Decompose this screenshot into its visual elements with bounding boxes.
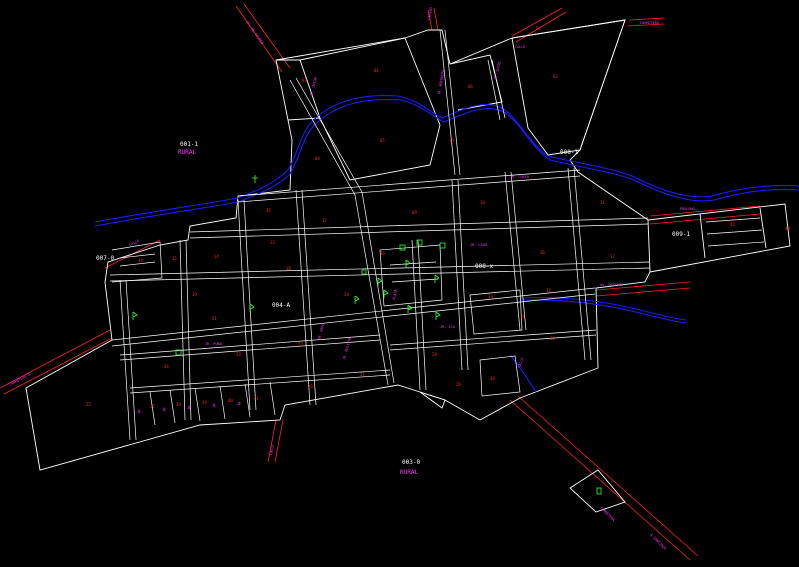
- svg-text:32: 32: [546, 288, 551, 293]
- svg-text:JR. AREQUIPA: JR. AREQUIPA: [437, 69, 445, 95]
- zone-008-x-code: 008-x: [475, 263, 493, 270]
- svg-text:13: 13: [270, 240, 275, 245]
- svg-text:07: 07: [450, 138, 455, 143]
- svg-text:05: 05: [380, 138, 385, 143]
- svg-text:A SANTIAGO: A SANTIAGO: [649, 533, 667, 551]
- svg-text:18: 18: [286, 266, 291, 271]
- svg-text:42: 42: [730, 222, 735, 227]
- svg-text:14: 14: [214, 254, 219, 259]
- svg-text:JR: JR: [137, 408, 142, 414]
- svg-text:35: 35: [266, 208, 271, 213]
- svg-text:JR. UNION: JR. UNION: [309, 77, 318, 96]
- svg-text:PLAZA: PLAZA: [392, 288, 398, 300]
- svg-text:JR. SUCRE: JR. SUCRE: [493, 61, 502, 80]
- svg-text:02: 02: [302, 78, 307, 83]
- tree-symbol: [252, 175, 258, 183]
- svg-text:12: 12: [322, 218, 327, 223]
- svg-text:19: 19: [192, 292, 197, 297]
- svg-text:20: 20: [344, 292, 349, 297]
- zone-009-1-code: 009-1: [672, 231, 690, 238]
- zone-007-0-code: 007-0: [96, 255, 114, 262]
- zone-003-0-code: 003-0: [402, 459, 420, 466]
- svg-text:10: 10: [480, 200, 485, 205]
- svg-text:21: 21: [212, 316, 217, 321]
- svg-text:CALLE: CALLE: [269, 444, 275, 455]
- svg-text:JR: JR: [187, 404, 192, 410]
- svg-text:JR. BOLIVAR: JR. BOLIVAR: [342, 336, 352, 360]
- svg-text:11: 11: [600, 200, 605, 205]
- svg-text:JR: JR: [162, 406, 167, 412]
- river: [94, 95, 799, 393]
- svg-text:JR: JR: [212, 402, 217, 408]
- svg-text:44: 44: [138, 258, 143, 263]
- svg-text:JR. GRAU: JR. GRAU: [317, 323, 325, 340]
- svg-text:37: 37: [150, 404, 155, 409]
- svg-text:17: 17: [610, 254, 615, 259]
- svg-text:36: 36: [380, 251, 385, 256]
- svg-text:16: 16: [540, 250, 545, 255]
- zone-labels: 001-1 RURAL 003-0 RURAL 007-0 008-1 008-…: [96, 141, 690, 476]
- svg-text:29: 29: [456, 382, 461, 387]
- svg-text:22: 22: [298, 342, 303, 347]
- svg-text:41: 41: [254, 396, 259, 401]
- zone-004-a-code: 004-A: [272, 302, 290, 309]
- svg-text:CARRETERA: CARRETERA: [640, 21, 660, 25]
- svg-text:AV. ORIENTE: AV. ORIENTE: [600, 283, 623, 287]
- svg-text:PROLONG.: PROLONG.: [680, 207, 697, 211]
- svg-text:25: 25: [86, 402, 91, 407]
- svg-text:24: 24: [164, 364, 169, 369]
- svg-text:CALLE: CALLE: [517, 357, 524, 368]
- svg-text:03: 03: [553, 74, 558, 79]
- zone-008-1-code: 008-1: [560, 149, 578, 156]
- cadastral-map: AV. DE ACCESO CAMINO CALLE CARRETERA CAR…: [0, 3, 799, 561]
- svg-text:JR. PUNO: JR. PUNO: [205, 342, 222, 346]
- town-boundary: [25, 19, 791, 513]
- svg-text:31: 31: [550, 336, 555, 341]
- svg-text:26: 26: [308, 384, 313, 389]
- zone-001-1-sub: RURAL: [178, 149, 196, 156]
- svg-text:CAMINO: CAMINO: [427, 7, 433, 20]
- svg-text:CARRETERA A: CARRETERA A: [9, 372, 32, 387]
- svg-text:39: 39: [202, 400, 207, 405]
- svg-text:08: 08: [315, 156, 320, 161]
- svg-text:43: 43: [785, 226, 790, 231]
- street-labels: AV. DE ACCESO CAMINO CALLE CARRETERA CAR…: [9, 7, 697, 551]
- svg-text:04: 04: [536, 26, 541, 31]
- svg-text:30: 30: [490, 376, 495, 381]
- zone-001-1-code: 001-1: [180, 141, 198, 148]
- svg-text:JR. LIMA: JR. LIMA: [470, 243, 488, 247]
- svg-text:06: 06: [468, 84, 473, 89]
- svg-text:JR: JR: [237, 400, 242, 406]
- svg-text:15: 15: [172, 256, 177, 261]
- svg-text:01: 01: [374, 68, 379, 73]
- svg-text:23: 23: [236, 352, 241, 357]
- svg-text:09: 09: [412, 210, 417, 215]
- zone-003-0-sub: RURAL: [400, 469, 418, 476]
- svg-text:28: 28: [432, 352, 437, 357]
- svg-text:38: 38: [176, 402, 181, 407]
- svg-text:33: 33: [488, 294, 493, 299]
- svg-text:27: 27: [360, 372, 365, 377]
- svg-text:JR. ICA: JR. ICA: [440, 325, 456, 329]
- svg-text:CALLE: CALLE: [515, 45, 526, 49]
- svg-text:34: 34: [520, 314, 525, 319]
- svg-text:AV. DE ACCESO: AV. DE ACCESO: [245, 20, 264, 45]
- svg-text:JR. CUSCO: JR. CUSCO: [510, 175, 529, 179]
- svg-text:40: 40: [228, 398, 233, 403]
